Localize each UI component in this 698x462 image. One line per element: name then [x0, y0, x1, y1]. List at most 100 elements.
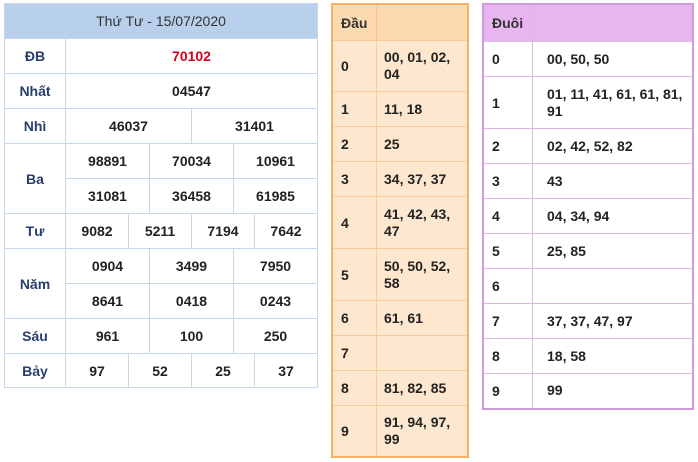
results-table: Thứ Tư - 15/07/2020 ĐB 70102 Nhất 04547 …	[4, 3, 318, 388]
prize-value: 0243	[233, 283, 318, 319]
prize-value: 46037	[65, 108, 192, 144]
duoi-row: 4 04, 34, 94	[482, 198, 694, 234]
prize-label-db: ĐB	[4, 38, 66, 74]
prize-value: 70102	[65, 38, 318, 74]
duoi-value: 01, 11, 41, 61, 61, 81, 91	[532, 76, 694, 129]
prize-row-sau: Sáu 961 100 250	[4, 318, 318, 354]
duoi-table: Đuôi 0 00, 50, 50 1 01, 11, 41, 61, 61, 81…	[482, 3, 694, 410]
dau-key: 2	[331, 126, 377, 162]
dau-value: 34, 37, 37	[376, 161, 469, 197]
dau-key: 3	[331, 161, 377, 197]
dau-value: 00, 01, 02, 04	[376, 40, 469, 92]
dau-value: 41, 42, 43, 47	[376, 196, 469, 249]
duoi-row: 6	[482, 268, 694, 304]
prize-value: 250	[233, 318, 318, 354]
dau-value: 50, 50, 52, 58	[376, 248, 469, 301]
prize-value: 0418	[149, 283, 234, 319]
results-title: Thứ Tư - 15/07/2020	[4, 3, 318, 39]
dau-value	[376, 335, 469, 371]
prize-value: 31401	[191, 108, 318, 144]
prize-value: 100	[149, 318, 234, 354]
dau-value: 11, 18	[376, 91, 469, 127]
dau-value: 91, 94, 97, 99	[376, 405, 469, 457]
duoi-header: Đuôi	[482, 3, 533, 42]
prize-row-db: ĐB 70102	[4, 38, 318, 74]
dau-key: 4	[331, 196, 377, 249]
prize-value: 36458	[149, 178, 234, 214]
dau-key: 0	[331, 40, 377, 92]
duoi-key: 5	[482, 233, 533, 269]
dau-row: 3 34, 37, 37	[331, 161, 469, 197]
prize-value: 9082	[65, 213, 129, 249]
duoi-key: 4	[482, 198, 533, 234]
prize-value: 961	[65, 318, 150, 354]
prize-value: 04547	[65, 73, 318, 109]
dau-row: 8 81, 82, 85	[331, 370, 469, 406]
duoi-value	[532, 268, 694, 304]
dau-key: 8	[331, 370, 377, 406]
duoi-row: 5 25, 85	[482, 233, 694, 269]
dau-key: 5	[331, 248, 377, 301]
duoi-key: 3	[482, 163, 533, 199]
prize-value: 10961	[233, 143, 318, 179]
prize-row-nhat: Nhất 04547	[4, 73, 318, 109]
prize-value: 5211	[128, 213, 192, 249]
dau-row: 4 41, 42, 43, 47	[331, 196, 469, 249]
dau-row: 9 91, 94, 97, 99	[331, 405, 469, 457]
prize-row-ba: Ba 98891 70034 10961	[4, 143, 318, 214]
prize-value: 97	[65, 353, 129, 388]
prize-value: 25	[191, 353, 255, 388]
duoi-value: 43	[532, 163, 694, 199]
prize-value: 7642	[254, 213, 318, 249]
dau-value: 25	[376, 126, 469, 162]
dau-value: 61, 61	[376, 300, 469, 336]
prize-value: 98891	[65, 143, 150, 179]
duoi-row: 3 43	[482, 163, 694, 199]
duoi-key: 6	[482, 268, 533, 304]
prize-row-nam: Năm 0904 3499 7950	[4, 248, 318, 319]
duoi-key: 8	[482, 338, 533, 374]
dau-row: 5 50, 50, 52, 58	[331, 248, 469, 301]
dau-row: 2 25	[331, 126, 469, 162]
duoi-row: 9 99	[482, 373, 694, 409]
duoi-value: 18, 58	[532, 338, 694, 374]
dau-key: 9	[331, 405, 377, 457]
duoi-value: 04, 34, 94	[532, 198, 694, 234]
prize-row-bay: Bảy 97 52 25 37	[4, 353, 318, 388]
dau-table: Đầu 0 00, 01, 02, 04 1 11, 18 2 25 3 34, 37,…	[331, 3, 469, 458]
duoi-row: 8 18, 58	[482, 338, 694, 374]
dau-key: 6	[331, 300, 377, 336]
dau-row: 1 11, 18	[331, 91, 469, 127]
duoi-value: 25, 85	[532, 233, 694, 269]
prize-value: 70034	[149, 143, 234, 179]
prize-label-nam: Năm	[4, 248, 66, 319]
duoi-value: 02, 42, 52, 82	[532, 128, 694, 164]
duoi-row: 2 02, 42, 52, 82	[482, 128, 694, 164]
duoi-key: 7	[482, 303, 533, 339]
duoi-key: 9	[482, 373, 533, 409]
prize-value: 7950	[233, 248, 318, 284]
prize-value: 7194	[191, 213, 255, 249]
dau-row: 6 61, 61	[331, 300, 469, 336]
duoi-value: 00, 50, 50	[532, 41, 694, 77]
prize-label-nhi: Nhì	[4, 108, 66, 144]
duoi-value: 99	[532, 373, 694, 409]
duoi-key: 2	[482, 128, 533, 164]
prize-value: 0904	[65, 248, 150, 284]
prize-label-tu: Tư	[4, 213, 66, 249]
duoi-key: 1	[482, 76, 533, 129]
dau-row: 7	[331, 335, 469, 371]
dau-key: 7	[331, 335, 377, 371]
prize-row-nhi: Nhì 46037 31401	[4, 108, 318, 144]
prize-label-ba: Ba	[4, 143, 66, 214]
prize-label-sau: Sáu	[4, 318, 66, 354]
dau-row: 0 00, 01, 02, 04	[331, 40, 469, 92]
dau-key: 1	[331, 91, 377, 127]
duoi-row: 7 37, 37, 47, 97	[482, 303, 694, 339]
duoi-row: 1 01, 11, 41, 61, 61, 81, 91	[482, 76, 694, 129]
duoi-row: 0 00, 50, 50	[482, 41, 694, 77]
prize-value: 8641	[65, 283, 150, 319]
duoi-value: 37, 37, 47, 97	[532, 303, 694, 339]
duoi-key: 0	[482, 41, 533, 77]
prize-value: 52	[128, 353, 192, 388]
